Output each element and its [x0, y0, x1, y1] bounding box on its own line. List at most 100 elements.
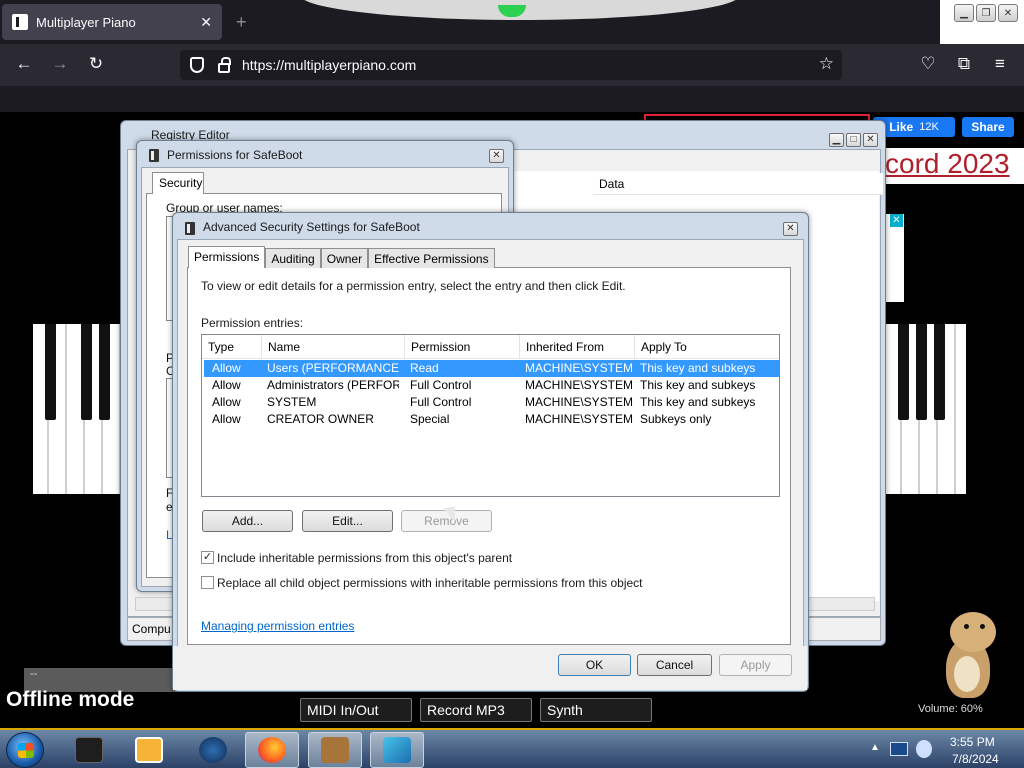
synth-button[interactable]: Synth [540, 698, 652, 722]
ok-button[interactable]: OK [558, 654, 631, 676]
maximize-icon[interactable]: □ [846, 133, 861, 147]
url-text[interactable]: https://multiplayerpiano.com [242, 57, 416, 73]
piano-black-key[interactable] [898, 324, 909, 420]
restore-button[interactable]: ❐ [976, 4, 996, 22]
column-data[interactable]: Data [593, 173, 883, 195]
firefox-icon [258, 737, 286, 763]
url-bar[interactable]: https://multiplayerpiano.com ☆ [180, 50, 842, 80]
piano-black-key[interactable] [99, 324, 110, 420]
taskbar: ▲ 3:55 PM 7/8/2024 [0, 728, 1024, 768]
close-icon[interactable]: ✕ [489, 149, 504, 163]
add-button[interactable]: Add... [202, 510, 293, 532]
column-inherited-from[interactable]: Inherited From [520, 335, 635, 359]
clock-time[interactable]: 3:55 PM [950, 735, 995, 749]
reload-icon[interactable]: ↻ [85, 54, 107, 74]
replace-child-label[interactable]: Replace all child object permissions wit… [217, 576, 643, 590]
taskbar-globe-app[interactable] [186, 732, 240, 768]
ad-close-icon[interactable]: ✕ [890, 214, 903, 227]
show-hidden-icons-icon[interactable]: ▲ [870, 742, 880, 753]
close-icon[interactable]: ✕ [863, 133, 878, 147]
cell-apply-to: This key and subkeys [640, 361, 756, 375]
forward-arrow-icon[interactable]: → [49, 54, 71, 74]
managing-permission-entries-link[interactable]: Managing permission entries [201, 619, 354, 633]
tracking-shield-icon[interactable] [190, 57, 204, 73]
piano-black-key[interactable] [934, 324, 945, 420]
browser-tab-multiplayer-piano[interactable]: Multiplayer Piano ✕ [2, 4, 222, 40]
table-row[interactable]: Allow CREATOR OWNER Special MACHINE\SYST… [204, 411, 779, 428]
taskbar-firefox[interactable] [245, 732, 299, 768]
tab-title: Multiplayer Piano [36, 14, 136, 30]
cell-name: Administrators (PERFOR... [267, 378, 399, 392]
cell-apply-to: This key and subkeys [640, 395, 756, 409]
column-permission[interactable]: Permission [405, 335, 520, 359]
piano-black-key[interactable] [45, 324, 56, 420]
piano-black-key[interactable] [916, 324, 927, 420]
permissions-window-title: Permissions for SafeBoot [167, 148, 303, 162]
lock-icon[interactable] [218, 57, 231, 73]
tab-security[interactable]: Security [152, 172, 204, 194]
edit-button[interactable]: Edit... [302, 510, 393, 532]
cell-permission: Special [410, 412, 450, 426]
hamster-mascot-image [940, 608, 1002, 704]
hamster-head [950, 612, 996, 652]
permission-entries-label: Permission entries: [201, 316, 304, 330]
tab-effective-permissions[interactable]: Effective Permissions [368, 248, 495, 268]
terminal-icon [75, 737, 103, 763]
cell-permission: Full Control [410, 395, 472, 409]
cell-apply-to: Subkeys only [640, 412, 712, 426]
facebook-share-button[interactable]: Share [962, 117, 1014, 137]
record-banner-link[interactable]: cord 2023 [885, 148, 1024, 184]
cell-type: Allow [212, 361, 241, 375]
cell-inherited-from: MACHINE\SYSTEM [525, 412, 633, 426]
column-type[interactable]: Type [202, 335, 262, 359]
midi-in-out-button[interactable]: MIDI In/Out [300, 698, 412, 722]
close-window-button[interactable]: ✕ [998, 4, 1018, 22]
cell-apply-to: This key and subkeys [640, 378, 756, 392]
tab-close-icon[interactable]: ✕ [200, 14, 212, 31]
column-apply-to[interactable]: Apply To [635, 335, 779, 359]
taskbar-terminal-app[interactable] [62, 732, 116, 768]
piano-keyboard-left[interactable] [33, 324, 123, 494]
minimize-button[interactable]: ▁ [954, 4, 974, 22]
tab-permissions[interactable]: Permissions [188, 246, 266, 268]
tab-auditing[interactable]: Auditing [265, 248, 321, 268]
bookmark-star-icon[interactable]: ☆ [819, 54, 834, 74]
record-mp3-button[interactable]: Record MP3 [420, 698, 532, 722]
minimize-icon[interactable]: ▁ [829, 133, 844, 147]
back-arrow-icon[interactable]: ← [13, 54, 35, 74]
tab-owner[interactable]: Owner [320, 248, 369, 268]
network-icon[interactable] [890, 742, 908, 756]
include-inheritable-label[interactable]: Include inheritable permissions from thi… [217, 551, 512, 565]
volume-icon[interactable] [916, 740, 932, 758]
remove-button[interactable]: Remove [401, 510, 492, 532]
table-row[interactable]: Allow Users (PERFORMANCE\... Read MACHIN… [204, 360, 779, 377]
taskbar-media-player[interactable] [122, 732, 176, 768]
permission-entries-table[interactable]: Type Name Permission Inherited From Appl… [201, 334, 780, 497]
pocket-icon[interactable]: ♡ [917, 54, 939, 74]
apply-button[interactable]: Apply [719, 654, 792, 676]
clock-date[interactable]: 7/8/2024 [952, 752, 999, 766]
include-inheritable-checkbox[interactable]: ✓ [201, 551, 214, 564]
new-tab-button[interactable]: + [236, 12, 247, 33]
menu-icon[interactable]: ≡ [989, 54, 1011, 74]
cancel-button[interactable]: Cancel [637, 654, 712, 676]
taskbar-box-app[interactable] [308, 732, 362, 768]
window-controls: ▁ ❐ ✕ [954, 4, 1018, 22]
taskbar-registry-editor[interactable] [370, 732, 424, 768]
start-button[interactable] [6, 732, 44, 768]
piano-keyboard-right[interactable] [886, 324, 966, 494]
table-row[interactable]: Allow Administrators (PERFOR... Full Con… [204, 377, 779, 394]
cell-permission: Full Control [410, 378, 472, 392]
piano-favicon-icon [12, 14, 28, 30]
advanced-window-title: Advanced Security Settings for SafeBoot [203, 220, 420, 234]
table-row[interactable]: Allow SYSTEM Full Control MACHINE\SYSTEM… [204, 394, 779, 411]
volume-label: Volume: 60% [918, 703, 983, 715]
ad-panel [886, 214, 904, 302]
close-icon[interactable]: ✕ [783, 222, 798, 236]
piano-black-key[interactable] [81, 324, 92, 420]
page-top-strip [0, 86, 1024, 112]
cell-type: Allow [212, 395, 241, 409]
replace-child-checkbox[interactable] [201, 576, 214, 589]
extensions-icon[interactable]: ⧉ [953, 54, 975, 74]
column-name[interactable]: Name [262, 335, 405, 359]
